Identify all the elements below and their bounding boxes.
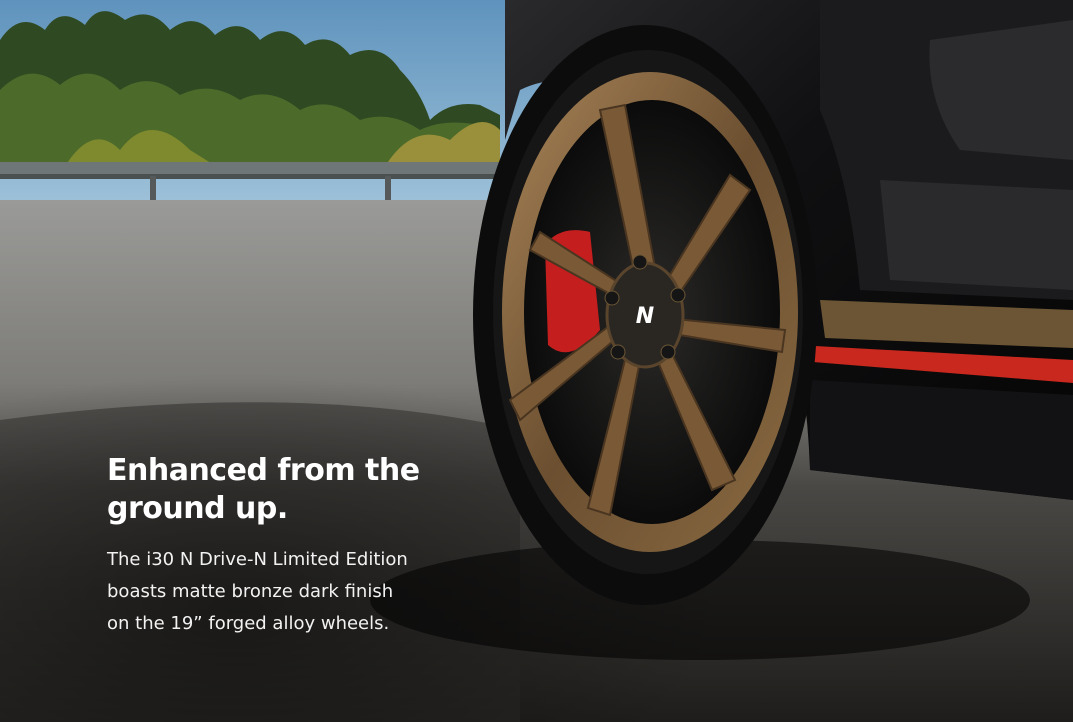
body-line-3: on the 19” forged alloy wheels. [107,613,390,634]
headline-line-1: Enhanced from the [107,453,420,488]
wheel-n-logo: N [636,304,654,329]
body-copy: The i30 N Drive-N Limited Edition boasts… [107,544,477,640]
headline-line-2: ground up. [107,491,288,526]
body-line-2: boasts matte bronze dark finish [107,581,394,602]
headline: Enhanced from the ground up. [107,452,467,528]
body-line-1: The i30 N Drive-N Limited Edition [107,549,408,570]
